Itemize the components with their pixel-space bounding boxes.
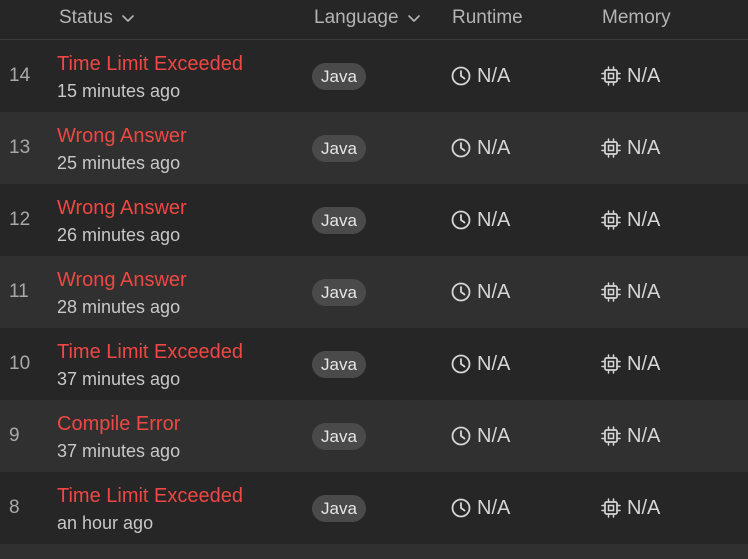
memory-value: N/A [627, 496, 661, 519]
status-column-header[interactable]: Status [59, 0, 135, 36]
submission-index: 10 [9, 353, 31, 374]
chip-icon [601, 282, 621, 302]
submission-status-link[interactable]: Time Limit Exceeded [57, 52, 243, 76]
clock-icon [451, 354, 471, 374]
submission-time: 37 minutes ago [57, 369, 181, 389]
runtime-cell: N/A [450, 328, 510, 400]
submission-time: 15 minutes ago [57, 81, 181, 101]
table-row[interactable]: 12 Wrong Answer 26 minutes ago Java N/A [0, 184, 748, 256]
runtime-value: N/A [477, 352, 511, 375]
language-badge: Java [312, 423, 366, 450]
runtime-value: N/A [477, 424, 511, 447]
submissions-table: Status Language Runtime Memory 14 Time L… [0, 0, 748, 559]
status-cell: Time Limit Exceeded an hour ago [57, 484, 243, 535]
language-header-label: Language [314, 7, 399, 28]
clock-icon [451, 426, 471, 446]
table-row[interactable]: 10 Time Limit Exceeded 37 minutes ago Ja… [0, 328, 748, 400]
table-row[interactable]: 14 Time Limit Exceeded 15 minutes ago Ja… [0, 40, 748, 112]
clock-icon [451, 498, 471, 518]
submission-status-link[interactable]: Time Limit Exceeded [57, 484, 243, 508]
chip-icon [601, 498, 621, 518]
submission-status-link[interactable]: Wrong Answer [57, 124, 187, 148]
runtime-cell: N/A [450, 400, 510, 472]
status-header-label: Status [59, 7, 113, 28]
runtime-cell: N/A [450, 112, 510, 184]
memory-cell: N/A [600, 112, 660, 184]
table-row[interactable]: 13 Wrong Answer 25 minutes ago Java N/A [0, 112, 748, 184]
clock-icon [451, 138, 471, 158]
language-badge: Java [312, 351, 366, 378]
memory-cell: N/A [600, 40, 660, 112]
chip-icon [601, 66, 621, 86]
memory-value: N/A [627, 136, 661, 159]
submission-status-link[interactable]: Wrong Answer [57, 196, 187, 220]
runtime-cell: N/A [450, 40, 510, 112]
submission-time: 26 minutes ago [57, 225, 181, 245]
submission-index: 9 [9, 425, 20, 446]
memory-cell: N/A [600, 184, 660, 256]
table-row[interactable]: 8 Time Limit Exceeded an hour ago Java N… [0, 472, 748, 544]
chip-icon [601, 138, 621, 158]
runtime-header-label: Runtime [452, 7, 523, 28]
status-cell: Compile Error 37 minutes ago [57, 412, 180, 463]
submission-index: 11 [9, 281, 29, 302]
runtime-cell: N/A [450, 256, 510, 328]
memory-column-header: Memory [602, 0, 671, 36]
runtime-value: N/A [477, 136, 511, 159]
runtime-value: N/A [477, 208, 511, 231]
language-column-header[interactable]: Language [314, 0, 421, 36]
memory-cell: N/A [600, 328, 660, 400]
submission-status-link[interactable]: Wrong Answer [57, 268, 187, 292]
submission-index: 12 [9, 209, 31, 230]
memory-value: N/A [627, 280, 661, 303]
clock-icon [451, 66, 471, 86]
memory-header-label: Memory [602, 7, 671, 28]
language-badge: Java [312, 63, 366, 90]
language-badge: Java [312, 135, 366, 162]
runtime-value: N/A [477, 64, 511, 87]
language-badge: Java [312, 279, 366, 306]
memory-value: N/A [627, 208, 661, 231]
status-cell: Wrong Answer 28 minutes ago [57, 268, 187, 319]
runtime-cell: N/A [450, 472, 510, 544]
clock-icon [451, 210, 471, 230]
submission-status-link[interactable]: Compile Error [57, 412, 180, 436]
table-row-partial [0, 544, 748, 559]
table-body: 14 Time Limit Exceeded 15 minutes ago Ja… [0, 40, 748, 544]
submission-index: 13 [9, 137, 31, 158]
submission-index: 14 [9, 65, 31, 86]
status-cell: Time Limit Exceeded 15 minutes ago [57, 52, 243, 103]
table-header: Status Language Runtime Memory [0, 0, 748, 40]
memory-value: N/A [627, 64, 661, 87]
submission-index: 8 [9, 497, 20, 518]
chevron-down-icon [122, 15, 134, 22]
chip-icon [601, 210, 621, 230]
language-badge: Java [312, 495, 366, 522]
submission-time: 28 minutes ago [57, 297, 181, 317]
memory-value: N/A [627, 352, 661, 375]
chip-icon [601, 426, 621, 446]
chip-icon [601, 354, 621, 374]
memory-value: N/A [627, 424, 661, 447]
memory-cell: N/A [600, 400, 660, 472]
table-row[interactable]: 9 Compile Error 37 minutes ago Java N/A [0, 400, 748, 472]
status-cell: Wrong Answer 26 minutes ago [57, 196, 187, 247]
submission-time: an hour ago [57, 513, 154, 533]
status-cell: Wrong Answer 25 minutes ago [57, 124, 187, 175]
runtime-cell: N/A [450, 184, 510, 256]
chevron-down-icon [407, 15, 420, 22]
submission-time: 37 minutes ago [57, 441, 181, 461]
runtime-value: N/A [477, 280, 511, 303]
memory-cell: N/A [600, 256, 660, 328]
status-cell: Time Limit Exceeded 37 minutes ago [57, 340, 243, 391]
language-badge: Java [312, 207, 366, 234]
runtime-column-header: Runtime [452, 0, 523, 36]
table-row[interactable]: 11 Wrong Answer 28 minutes ago Java N/A [0, 256, 748, 328]
submission-status-link[interactable]: Time Limit Exceeded [57, 340, 243, 364]
runtime-value: N/A [477, 496, 511, 519]
clock-icon [451, 282, 471, 302]
submission-time: 25 minutes ago [57, 153, 181, 173]
memory-cell: N/A [600, 472, 660, 544]
